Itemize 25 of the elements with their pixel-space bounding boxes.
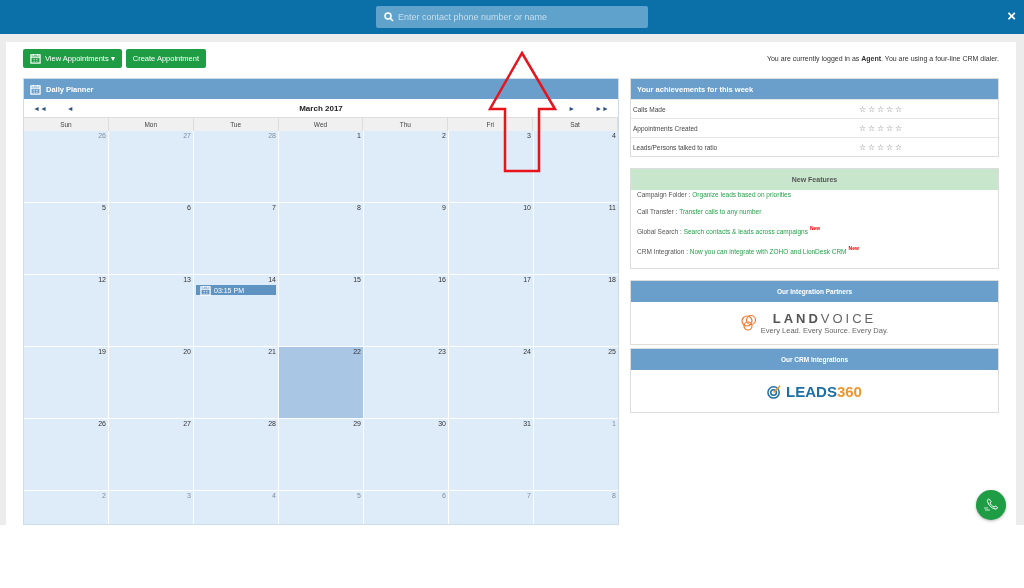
star-icon: ☆: [886, 123, 893, 133]
calendar-icon: [30, 53, 41, 64]
star-icon: ☆: [895, 104, 902, 114]
star-icon: ☆: [895, 142, 902, 152]
star-icon: ☆: [868, 104, 875, 114]
star-icon: ☆: [886, 142, 893, 152]
star-icon: ☆: [877, 123, 884, 133]
crm-logo: LEADS360: [786, 382, 862, 400]
star-icon: ☆: [859, 142, 866, 152]
calendar-icon: [200, 284, 211, 296]
star-icon: ☆: [895, 123, 902, 133]
star-icon: ☆: [877, 142, 884, 152]
star-icon: ☆: [868, 142, 875, 152]
search-field[interactable]: Enter contact phone number or name: [376, 6, 648, 28]
star-icon: ☆: [859, 104, 866, 114]
star-icon: ☆: [859, 123, 866, 133]
close-button[interactable]: ×: [1007, 9, 1016, 23]
star-icon: ☆: [886, 104, 893, 114]
star-icon: ☆: [877, 104, 884, 114]
phone-icon: [983, 498, 999, 512]
calendar-icon: [30, 83, 41, 95]
circles-logo-icon: [740, 314, 757, 332]
target-logo-icon: [767, 383, 783, 399]
star-icon: ☆: [868, 123, 875, 133]
month-title: March 2017: [298, 103, 344, 113]
